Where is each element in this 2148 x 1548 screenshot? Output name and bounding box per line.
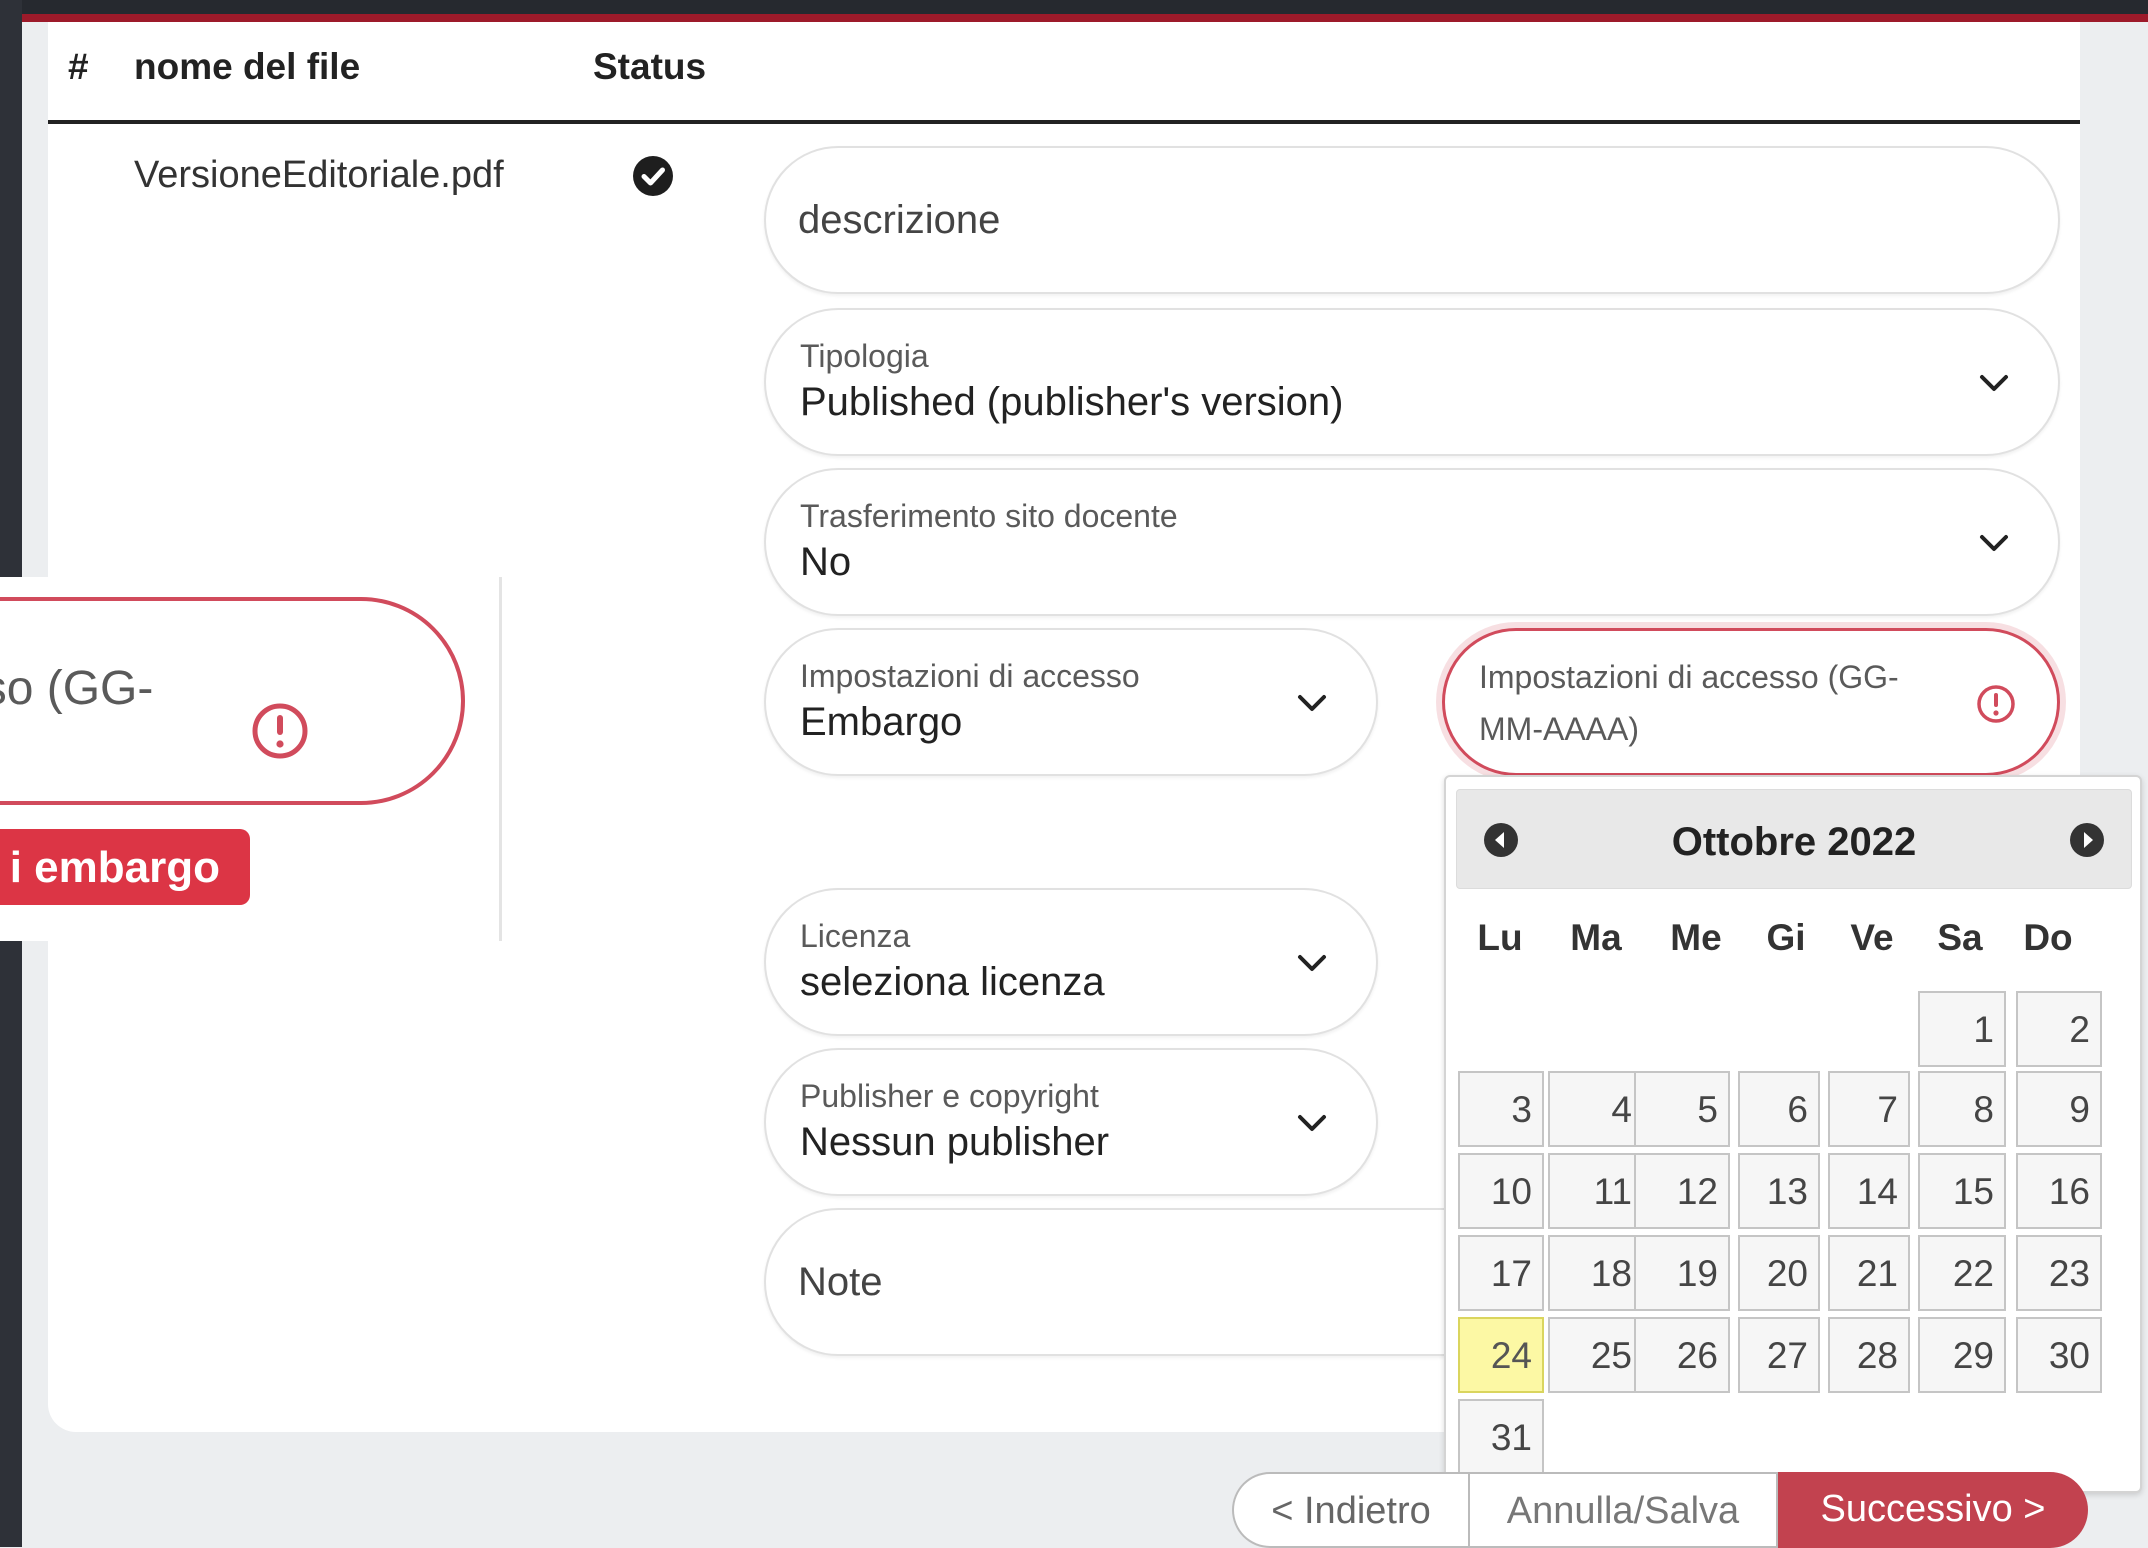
calendar-day[interactable]: 17	[1458, 1235, 1544, 1311]
zoomed-button-text: i embargo	[9, 843, 220, 892]
licenza-select[interactable]: Licenza seleziona licenza	[764, 888, 1378, 1036]
zoomed-field-text: ccesso (GG-	[0, 662, 154, 715]
calendar-day[interactable]: 6	[1738, 1071, 1820, 1147]
calendar-day[interactable]: 26	[1634, 1317, 1730, 1393]
weekday-header: Gi	[1766, 917, 1806, 958]
back-button[interactable]: < Indietro	[1232, 1472, 1468, 1548]
calendar-day[interactable]: 13	[1738, 1153, 1820, 1229]
top-bar	[0, 0, 2148, 22]
accesso-label: Impostazioni di accesso	[800, 658, 1140, 694]
trasferimento-value: No	[800, 540, 852, 584]
error-icon	[1977, 685, 2015, 723]
data-accesso-input[interactable]: Impostazioni di accesso (GG-MM-AAAA)	[1442, 628, 2060, 776]
zoom-detail-panel: ccesso (GG- i embargo	[0, 577, 502, 941]
calendar-day[interactable]: 9	[2016, 1071, 2102, 1147]
note-placeholder: Note	[798, 1260, 883, 1304]
trasferimento-select[interactable]: Trasferimento sito docente No	[764, 468, 2060, 616]
calendar-day[interactable]: 2	[2016, 991, 2102, 1067]
weekday-header: Ma	[1570, 917, 1622, 958]
col-number-header: #	[68, 46, 89, 87]
weekday-header: Do	[2023, 917, 2073, 958]
publisher-label: Publisher e copyright	[800, 1078, 1099, 1114]
trasferimento-label: Trasferimento sito docente	[800, 498, 1178, 534]
weekday-header: Lu	[1477, 917, 1523, 958]
calendar-day[interactable]: 16	[2016, 1153, 2102, 1229]
calendar-day[interactable]: 19	[1634, 1235, 1730, 1311]
calendar-day[interactable]: 31	[1458, 1399, 1544, 1475]
licenza-value: seleziona licenza	[800, 960, 1105, 1004]
calendar-day[interactable]: 3	[1458, 1071, 1544, 1147]
weekday-header: Me	[1670, 917, 1722, 958]
calendar-day[interactable]: 14	[1828, 1153, 1910, 1229]
calendar-day[interactable]: 5	[1634, 1071, 1730, 1147]
data-accesso-placeholder: Impostazioni di accesso (GG-MM-AAAA)	[1479, 659, 1899, 747]
chevron-down-icon	[1298, 955, 1326, 971]
table-header: # nome del file Status	[48, 22, 2080, 124]
next-month-icon[interactable]	[2069, 822, 2105, 858]
calendar-day[interactable]: 7	[1828, 1071, 1910, 1147]
chevron-down-icon	[1980, 375, 2008, 391]
calendar-day[interactable]: 8	[1918, 1071, 2006, 1147]
calendar-day[interactable]: 29	[1918, 1317, 2006, 1393]
accesso-select[interactable]: Impostazioni di accesso Embargo	[764, 628, 1378, 776]
calendar-day[interactable]: 4	[1548, 1071, 1644, 1147]
chevron-down-icon	[1980, 535, 2008, 551]
calendar-day[interactable]: 27	[1738, 1317, 1820, 1393]
zoomed-date-field: ccesso (GG-	[0, 597, 465, 805]
calendar-day[interactable]: 15	[1918, 1153, 2006, 1229]
calendar-day[interactable]: 20	[1738, 1235, 1820, 1311]
tipologia-value: Published (publisher's version)	[800, 380, 1344, 424]
datepicker-title: Ottobre 2022	[1671, 820, 1917, 864]
publisher-select[interactable]: Publisher e copyright Nessun publisher	[764, 1048, 1378, 1196]
cancel-save-button[interactable]: Annulla/Salva	[1468, 1472, 1778, 1548]
calendar-day[interactable]: 12	[1634, 1153, 1730, 1229]
file-name: VersioneEditoriale.pdf	[134, 154, 504, 196]
next-button[interactable]: Successivo >	[1778, 1472, 2088, 1548]
error-icon	[252, 703, 308, 759]
licenza-label: Licenza	[800, 918, 911, 954]
descrizione-input[interactable]: descrizione	[764, 146, 2060, 294]
publisher-value: Nessun publisher	[800, 1120, 1110, 1164]
calendar-day[interactable]: 11	[1548, 1153, 1644, 1229]
descrizione-placeholder: descrizione	[798, 198, 1001, 242]
calendar-day[interactable]: 10	[1458, 1153, 1544, 1229]
calendar-day[interactable]: 18	[1548, 1235, 1644, 1311]
calendar-day[interactable]: 23	[2016, 1235, 2102, 1311]
datepicker: Ottobre 2022 Lu Ma Me Gi Ve Sa Do 1 2 3 4 5 6 7 8 9 10 1…	[1444, 775, 2142, 1493]
chevron-down-icon	[1298, 695, 1326, 711]
col-filename-header: nome del file	[134, 46, 361, 87]
tipologia-label: Tipologia	[800, 338, 929, 374]
calendar-day[interactable]: 21	[1828, 1235, 1910, 1311]
accesso-value: Embargo	[800, 700, 963, 744]
calendar-day[interactable]: 22	[1918, 1235, 2006, 1311]
datepicker-header: Ottobre 2022	[1456, 789, 2132, 889]
check-circle-icon	[633, 156, 673, 196]
calendar-day-today[interactable]: 24	[1458, 1317, 1544, 1393]
chevron-down-icon	[1298, 1115, 1326, 1131]
calendar-day[interactable]: 25	[1548, 1317, 1644, 1393]
calendar-day[interactable]: 1	[1918, 991, 2006, 1067]
weekday-header: Ve	[1850, 917, 1894, 958]
weekday-header: Sa	[1937, 917, 1983, 958]
tipologia-select[interactable]: Tipologia Published (publisher's version…	[764, 308, 2060, 456]
calendar-day[interactable]: 28	[1828, 1317, 1910, 1393]
col-status-header: Status	[593, 46, 707, 87]
zoomed-embargo-button: i embargo	[0, 829, 250, 905]
calendar-day[interactable]: 30	[2016, 1317, 2102, 1393]
